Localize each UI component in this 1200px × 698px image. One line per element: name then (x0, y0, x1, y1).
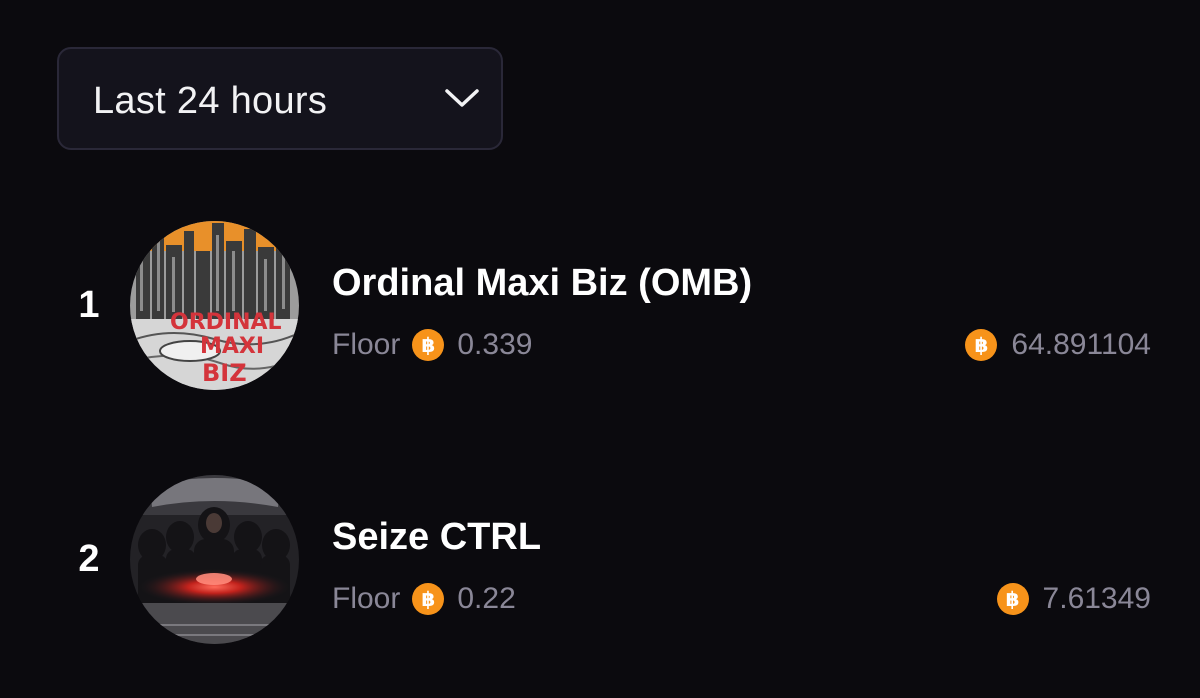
bitcoin-icon (965, 329, 998, 361)
bitcoin-icon (996, 583, 1029, 615)
collection-row[interactable]: 2 Seize CTRL Floor ฿ 0.22 ฿ 7.61349 (0, 475, 1200, 645)
floor-label: Floor (332, 328, 401, 361)
svg-text:MAXI: MAXI (200, 334, 264, 359)
floor-price: Floor 0.22 (332, 579, 516, 619)
floor-value: 0.22 (457, 582, 516, 615)
collection-name[interactable]: Ordinal Maxi Biz (OMB) (332, 261, 752, 305)
rank-number: 2 (78, 538, 100, 580)
rank-number: 1 (78, 284, 100, 326)
svg-text:BIZ: BIZ (202, 359, 247, 387)
bitcoin-icon (412, 329, 445, 361)
floor-price: Floor 0.339 (332, 325, 532, 365)
svg-text:ORDINAL: ORDINAL (170, 310, 282, 335)
bitcoin-icon (412, 583, 445, 615)
chevron-down-icon (442, 83, 482, 113)
collection-avatar[interactable] (130, 475, 299, 644)
volume: 7.61349 (996, 579, 1151, 619)
collection-name[interactable]: Seize CTRL (332, 515, 541, 559)
volume-value: 64.891104 (1011, 328, 1151, 361)
collection-avatar[interactable]: ORDINAL MAXI BIZ (130, 221, 299, 390)
volume: 64.891104 (965, 325, 1151, 365)
timeframe-selected-value: Last 24 hours (93, 80, 328, 122)
timeframe-dropdown[interactable]: Last 24 hours (57, 47, 503, 150)
floor-label: Floor (332, 582, 401, 615)
collection-row[interactable]: 1 ORDINAL MAXI BIZ Ordinal Maxi Biz (OMB… (0, 221, 1200, 391)
floor-value: 0.339 (457, 328, 533, 361)
volume-value: 7.61349 (1042, 582, 1151, 615)
collections-ranking-page: Last 24 hours 1 ORDINAL MAXI BIZ Ordinal… (0, 0, 1200, 698)
